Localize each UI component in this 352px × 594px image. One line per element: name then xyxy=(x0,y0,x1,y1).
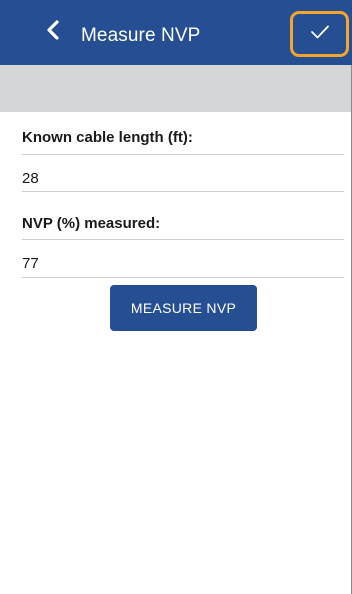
nvp-field[interactable]: 77 xyxy=(22,255,39,272)
chevron-left-icon xyxy=(46,19,60,45)
divider xyxy=(22,239,344,240)
app-header: Measure NVP xyxy=(0,0,352,65)
divider xyxy=(22,191,344,192)
back-button[interactable] xyxy=(36,14,70,50)
cable-length-label: Known cable length (ft): xyxy=(22,129,193,146)
nvp-label: NVP (%) measured: xyxy=(22,215,161,232)
check-icon xyxy=(310,24,330,45)
measure-nvp-button[interactable]: MEASURE NVP xyxy=(110,285,257,331)
page-title: Measure NVP xyxy=(81,25,201,46)
confirm-button[interactable] xyxy=(290,11,349,57)
measure-nvp-screen: Measure NVP Known cable length (ft): 28 … xyxy=(0,0,352,594)
divider xyxy=(22,154,344,155)
sub-header-bar xyxy=(0,65,351,112)
divider xyxy=(22,277,344,278)
cable-length-field[interactable]: 28 xyxy=(22,170,39,187)
